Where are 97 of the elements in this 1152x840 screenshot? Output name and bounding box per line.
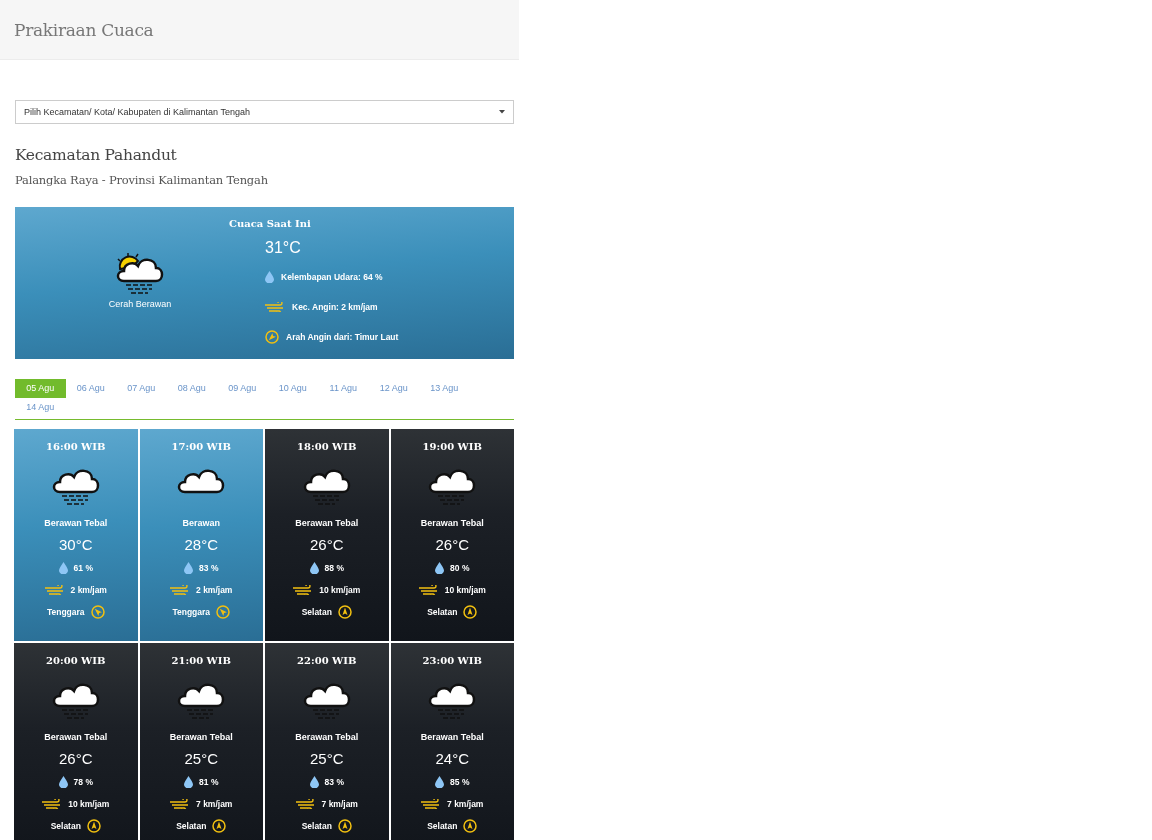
water-drop-icon	[309, 562, 319, 574]
humidity-text: 61 %	[73, 563, 93, 573]
temperature: 31°C	[265, 239, 302, 257]
wind-icon	[170, 585, 191, 595]
water-drop-icon	[265, 271, 274, 283]
sun-cloud-icon	[114, 251, 166, 297]
temperature: 26°C	[59, 750, 93, 767]
wind-speed-text: 2 km/jam	[70, 585, 107, 595]
wind-direction-text: Tenggara	[172, 607, 211, 617]
location-title: Kecamatan Pahandut	[15, 146, 178, 164]
date-tab[interactable]: 05 Agu	[15, 379, 66, 398]
temperature: 26°C	[435, 536, 469, 553]
location-dropdown[interactable]: Pilih Kecamatan/ Kota/ Kabupaten di Kalimantan Tengah	[15, 100, 514, 124]
wind-direction-text: Tenggara	[46, 607, 85, 617]
wind-icon	[295, 799, 316, 809]
wind-icon	[42, 799, 63, 809]
water-drop-icon	[435, 562, 445, 574]
temperature: 25°C	[184, 750, 218, 767]
temperature: 28°C	[184, 536, 218, 553]
temperature: 25°C	[310, 750, 344, 767]
date-tab[interactable]: 13 Agu	[419, 379, 470, 398]
humidity-text: 83 %	[324, 777, 344, 787]
compass-icon	[463, 605, 478, 619]
humidity-text: 85 %	[450, 777, 470, 787]
humidity-text: 88 %	[324, 563, 344, 573]
condition-label: Berawan Tebal	[420, 732, 484, 742]
condition-label: Berawan Tebal	[295, 732, 359, 742]
date-tab[interactable]: 12 Agu	[368, 379, 419, 398]
wind-direction-text: Selatan	[427, 607, 458, 617]
condition-label: Berawan Tebal	[420, 518, 484, 528]
forecast-time: 22:00 WIB	[297, 655, 357, 666]
wind-speed-text: 7 km/jam	[447, 799, 484, 809]
compass-icon	[90, 605, 105, 619]
wind-speed-text: 10 km/jam	[68, 799, 110, 809]
temperature: 24°C	[435, 750, 469, 767]
location-subtitle: Palangka Raya - Provinsi Kalimantan Tengah	[15, 173, 269, 187]
humidity-text: 81 %	[199, 777, 219, 787]
temperature: 26°C	[310, 536, 344, 553]
date-tab[interactable]: 09 Agu	[217, 379, 268, 398]
compass-icon	[337, 819, 352, 833]
date-tab[interactable]: 14 Agu	[15, 398, 66, 417]
water-drop-icon	[184, 776, 194, 788]
caret-icon	[499, 110, 505, 114]
humidity-text: 80 %	[450, 563, 470, 573]
forecast-time: 18:00 WIB	[297, 441, 357, 452]
temperature: 30°C	[59, 536, 93, 553]
panel-heading: Cuaca Saat Ini	[229, 218, 312, 229]
condition-label: Berawan	[182, 518, 220, 528]
water-drop-icon	[58, 562, 68, 574]
water-drop-icon	[184, 562, 194, 574]
forecast-time: 21:00 WIB	[171, 655, 231, 666]
wind-direction-text: Selatan	[50, 821, 81, 831]
wind-icon	[265, 302, 285, 312]
forecast-time: 20:00 WIB	[46, 655, 106, 666]
condition-label: Berawan Tebal	[44, 732, 108, 742]
condition-label: Berawan Tebal	[44, 518, 108, 528]
wind-direction-text: Selatan	[301, 821, 332, 831]
wind-icon	[170, 799, 191, 809]
condition-label: Cerah Berawan	[108, 299, 172, 309]
forecast-time: 23:00 WIB	[422, 655, 482, 666]
water-drop-icon	[435, 776, 445, 788]
compass-icon	[265, 330, 279, 344]
wind-speed-text: 7 km/jam	[321, 799, 358, 809]
wind-icon	[421, 799, 442, 809]
forecast-time: 17:00 WIB	[171, 441, 231, 452]
compass-icon	[463, 819, 478, 833]
humidity-text: Kelembapan Udara: 64 %	[281, 272, 383, 282]
condition-label: Berawan Tebal	[169, 732, 233, 742]
wind-speed-text: 2 km/jam	[196, 585, 233, 595]
wind-speed-text: 10 km/jam	[444, 585, 486, 595]
compass-icon	[86, 819, 101, 833]
date-tab[interactable]: 07 Agu	[116, 379, 167, 398]
water-drop-icon	[58, 776, 68, 788]
wind-direction-text: Arah Angin dari: Timur Laut	[286, 332, 399, 342]
date-tab[interactable]: 06 Agu	[65, 379, 116, 398]
wind-direction-text: Selatan	[301, 607, 332, 617]
wind-speed-text: 10 km/jam	[319, 585, 361, 595]
forecast-time: 19:00 WIB	[422, 441, 482, 452]
wind-direction-text: Selatan	[427, 821, 458, 831]
wind-icon	[293, 585, 314, 595]
humidity-text: 78 %	[73, 777, 93, 787]
wind-direction-text: Selatan	[176, 821, 207, 831]
date-tab[interactable]: 11 Agu	[318, 379, 369, 398]
page-title: Prakiraan Cuaca	[14, 19, 154, 40]
condition-label: Berawan Tebal	[295, 518, 359, 528]
humidity-text: 83 %	[199, 563, 219, 573]
wind-speed-text: Kec. Angin: 2 km/jam	[292, 302, 378, 312]
date-tab[interactable]: 10 Agu	[267, 379, 318, 398]
compass-icon	[216, 605, 231, 619]
wind-icon	[418, 585, 439, 595]
date-tab[interactable]: 08 Agu	[166, 379, 217, 398]
water-drop-icon	[309, 776, 319, 788]
wind-speed-text: 7 km/jam	[196, 799, 233, 809]
forecast-time: 16:00 WIB	[46, 441, 106, 452]
compass-icon	[212, 819, 227, 833]
compass-icon	[337, 605, 352, 619]
wind-icon	[44, 585, 65, 595]
